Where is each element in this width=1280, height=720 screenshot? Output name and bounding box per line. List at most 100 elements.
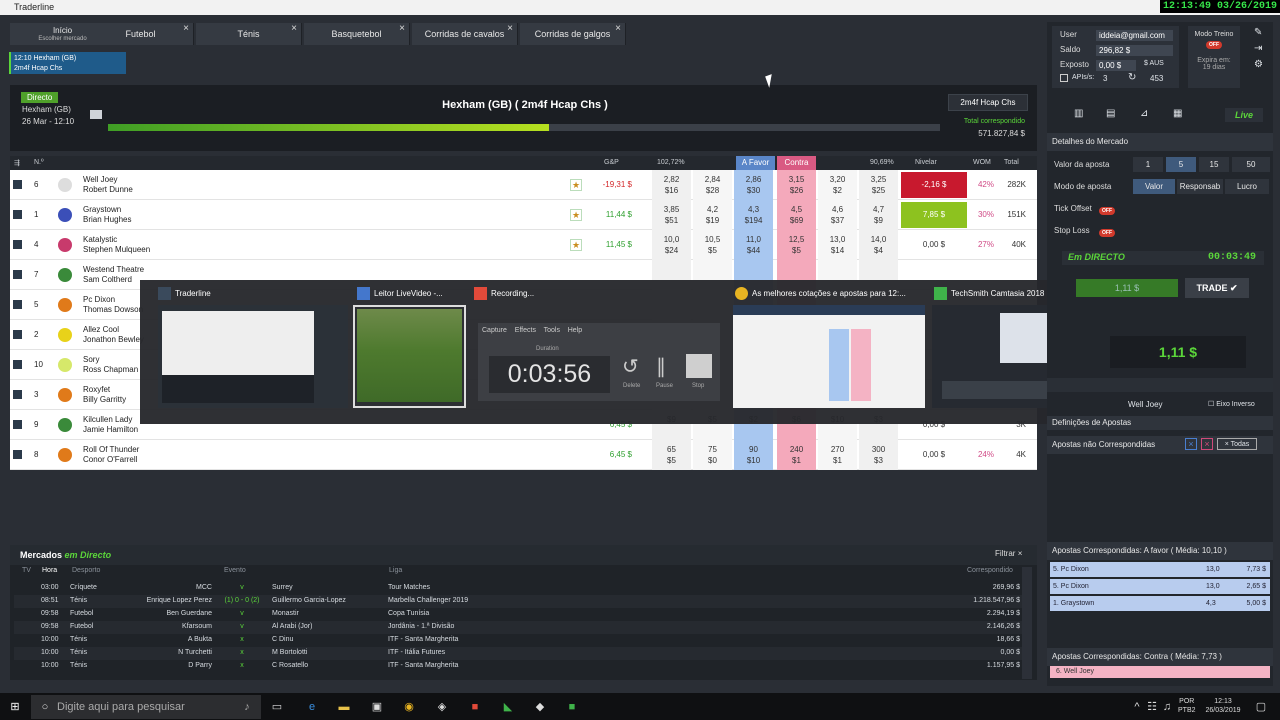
microphone-icon[interactable]: ♪	[238, 698, 256, 716]
live-button[interactable]: Live	[1225, 108, 1263, 122]
chart-icon[interactable]	[13, 300, 22, 309]
cancel-all-button[interactable]: × Todas	[1217, 438, 1257, 450]
back-price-cell[interactable]: 2,84 $28	[693, 170, 732, 200]
market-row[interactable]: 10:00 Ténis A Bukta x C Dinu ITF - Santa Marg…	[14, 634, 1024, 647]
switcher-item-livevideo[interactable]: Leitor LiveVideo -...	[357, 286, 443, 302]
folder-icon[interactable]: ▬	[335, 698, 353, 716]
store-icon[interactable]: ▣	[368, 698, 386, 716]
language-indicator[interactable]: POR PTB2	[1178, 697, 1196, 715]
tab-corridas-cavalos[interactable]: Corridas de cavalos ×	[412, 23, 518, 45]
stop-button[interactable]: Stop	[692, 383, 704, 389]
thumb-chrome[interactable]	[733, 305, 925, 408]
markets-scrollbar[interactable]	[1022, 567, 1032, 679]
player-taskbar-icon[interactable]: ◆	[531, 698, 549, 716]
camtasia-taskbar-icon[interactable]: ■	[563, 698, 581, 716]
menu-effects[interactable]: Effects	[515, 327, 536, 334]
runner-row[interactable]: 6 Well Joey Robert Dunne ★ -19,31 $2,82 $16 2,…	[10, 170, 1037, 200]
settings-icon[interactable]: ⚙	[1254, 59, 1263, 70]
layout2-icon[interactable]: ▤	[1106, 108, 1115, 119]
market-row[interactable]: 10:00 Ténis N Turchetti x M Bortolotti ITF - …	[14, 647, 1024, 660]
edit-icon[interactable]: ✎	[1254, 27, 1262, 38]
close-icon[interactable]: ×	[183, 18, 189, 40]
currency-selector[interactable]: $ AUS	[1144, 60, 1164, 67]
recorder-taskbar-icon[interactable]: ■	[466, 698, 484, 716]
lay-price-cell[interactable]: 14,0 $4	[859, 230, 898, 260]
back-price-cell[interactable]: 11,0 $44	[734, 230, 773, 260]
refresh-icon[interactable]: ↻	[1128, 72, 1136, 83]
nivelar-cell[interactable]: 0,00 $	[901, 232, 967, 258]
close-icon[interactable]: ×	[399, 18, 405, 40]
nivelar-cell[interactable]: -2,16 $	[901, 172, 967, 198]
close-icon[interactable]: ×	[507, 18, 513, 40]
lay-price-cell[interactable]: 12,5 $5	[777, 230, 816, 260]
open-race-tab[interactable]: 12:10 Hexham (GB) 2m4f Hcap Chs	[9, 52, 126, 74]
back-price-cell[interactable]: 75 $0	[693, 440, 732, 470]
stake-1-button[interactable]: 1	[1133, 157, 1163, 172]
close-icon[interactable]: ×	[615, 18, 621, 40]
tab-tenis[interactable]: Ténis ×	[196, 23, 302, 45]
stake-50-button[interactable]: 50	[1232, 157, 1270, 172]
back-price-cell[interactable]: 4,2 $19	[693, 200, 732, 230]
stake-5-button[interactable]: 5	[1166, 157, 1196, 172]
edge-icon[interactable]: e	[303, 698, 321, 716]
tab-corridas-galgos[interactable]: Corridas de galgos ×	[520, 23, 626, 45]
lay-price-cell[interactable]: 300 $3	[859, 440, 898, 470]
market-select-button[interactable]: 2m4f Hcap Chs	[948, 94, 1028, 111]
lay-price-cell[interactable]: 4,6 $37	[818, 200, 857, 230]
runner-row[interactable]: 1 Graystown Brian Hughes ★ 11,44 $ 3,85 $51 4,2…	[10, 200, 1037, 230]
lay-price-cell[interactable]: 4,7 $9	[859, 200, 898, 230]
back-price-cell[interactable]: 90 $10	[734, 440, 773, 470]
taskbar-search[interactable]: Digite aqui para pesquisar	[31, 695, 261, 719]
task-view-icon[interactable]: ▭	[268, 698, 286, 716]
nivelar-cell[interactable]: 0,00 $	[901, 442, 967, 468]
favourite-star-icon[interactable]: ★	[570, 179, 582, 191]
chart-icon[interactable]	[13, 360, 22, 369]
cancel-lay-icon[interactable]: ×	[1201, 438, 1213, 450]
chart-icon[interactable]	[13, 270, 22, 279]
lay-price-cell[interactable]: 270 $1	[818, 440, 857, 470]
pause-icon[interactable]: ∥	[656, 354, 666, 379]
chart-icon[interactable]	[13, 420, 22, 429]
mode-valor-button[interactable]: Valor	[1133, 179, 1175, 194]
back-price-cell[interactable]: 2,82 $16	[652, 170, 691, 200]
traderline-taskbar-icon[interactable]: ◣	[499, 698, 517, 716]
volume-icon[interactable]: ♫	[1158, 698, 1176, 716]
lay-price-cell[interactable]: 240 $1	[777, 440, 816, 470]
matched-back-row[interactable]: 5. Pc Dixon 13,0 7,73 $	[1050, 562, 1270, 577]
stop-icon[interactable]	[686, 354, 712, 378]
stake-15-button[interactable]: 15	[1199, 157, 1229, 172]
cancel-back-icon[interactable]: ×	[1185, 438, 1197, 450]
menu-help[interactable]: Help	[568, 327, 582, 334]
chart-icon[interactable]	[13, 450, 22, 459]
switcher-item-traderline[interactable]: Traderline	[158, 286, 211, 302]
switcher-item-recording[interactable]: Recording...	[474, 286, 534, 302]
favourite-star-icon[interactable]: ★	[570, 239, 582, 251]
training-toggle[interactable]: OFF	[1206, 41, 1222, 49]
chart-icon[interactable]	[13, 240, 22, 249]
mode-lucro-button[interactable]: Lucro	[1225, 179, 1269, 194]
back-price-cell[interactable]: 4,3 $194	[734, 200, 773, 230]
expand-icon[interactable]: ⇶	[14, 159, 20, 167]
nivelar-cell[interactable]: 7,85 $	[901, 202, 967, 228]
favourite-star-icon[interactable]: ★	[570, 209, 582, 221]
runner-row[interactable]: 4 Katalystic Stephen Mulqueen ★ 11,45 $ 10,0 $…	[10, 230, 1037, 260]
back-price-cell[interactable]: 10,0 $24	[652, 230, 691, 260]
lay-price-cell[interactable]: 13,0 $14	[818, 230, 857, 260]
chrome-taskbar-icon[interactable]: ◉	[400, 698, 418, 716]
tab-basquetebol[interactable]: Basquetebol ×	[304, 23, 410, 45]
back-price-cell[interactable]: 65 $5	[652, 440, 691, 470]
menu-capture[interactable]: Capture	[482, 327, 507, 334]
market-row[interactable]: 10:00 Ténis D Parry x C Rosatello ITF - Santa…	[14, 660, 1024, 673]
runner-row[interactable]: 8 Roll Of Thunder Conor O'Farrell 6,45 $65 $…	[10, 440, 1037, 470]
chart-icon[interactable]: ⊿	[1140, 108, 1148, 119]
taskbar-clock[interactable]: 12:13 26/03/2019	[1200, 697, 1246, 715]
filter-button[interactable]: Filtrar ×	[995, 549, 1022, 558]
delete-button[interactable]: Delete	[623, 383, 640, 389]
market-row[interactable]: 09:58 Futebol Kfarsoum v Al Arabi (Jor) Jordâ…	[14, 621, 1024, 634]
trade-button[interactable]: TRADE ✔	[1185, 278, 1249, 298]
thumb-traderline[interactable]	[158, 305, 348, 408]
menu-tools[interactable]: Tools	[544, 327, 560, 334]
switcher-item-camtasia[interactable]: TechSmith Camtasia 2018	[934, 286, 1044, 302]
windows-start-icon[interactable]: ⊞	[6, 698, 24, 716]
lay-price-cell[interactable]: 3,20 $2	[818, 170, 857, 200]
